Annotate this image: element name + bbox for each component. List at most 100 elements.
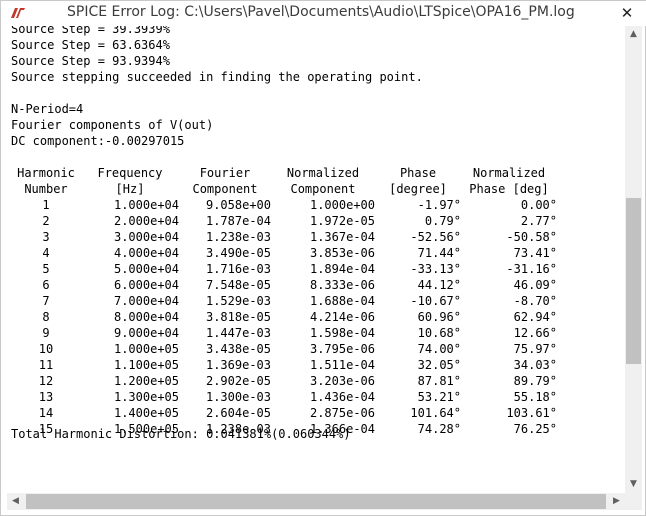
phase-cell: 71.44°: [417, 246, 461, 260]
phase-cell: 0.79°: [424, 214, 461, 228]
phase-cell: 10.68°: [417, 326, 461, 340]
scrollbar-corner: [625, 493, 642, 510]
ltspice-logo-icon: [11, 8, 25, 18]
frequency-cell: 9.000e+04: [113, 326, 179, 340]
log-line: Source Step = 93.9394%: [11, 54, 170, 68]
horizontal-scroll-thumb[interactable]: [26, 494, 606, 509]
fourier-component-cell: 1.300e-03: [205, 390, 271, 404]
fourier-component-cell: 1.716e-03: [205, 262, 271, 276]
horizontal-scrollbar[interactable]: ◀ ▶: [7, 493, 625, 510]
harmonic-number-cell: 13: [38, 390, 54, 404]
normalized-phase-cell: -31.16°: [506, 262, 557, 276]
table-row: 8 8.000e+04 3.818e-05 4.214e-06 60.96° 62.94°: [11, 309, 557, 325]
log-line: Fourier components of V(out): [11, 118, 214, 132]
log-line: Source stepping succeeded in finding the…: [11, 70, 423, 84]
scroll-down-arrow-icon[interactable]: ▼: [625, 476, 642, 493]
frequency-cell: 7.000e+04: [113, 294, 179, 308]
normalized-component-cell: 8.333e-06: [309, 278, 375, 292]
harmonic-number-cell: 6: [42, 278, 50, 292]
frequency-cell: 1.000e+04: [113, 198, 179, 212]
phase-cell: 87.81°: [417, 374, 461, 388]
table-row: 6 6.000e+04 7.548e-05 8.333e-06 44.12° 46.09°: [11, 277, 557, 293]
scroll-up-arrow-icon[interactable]: ▲: [625, 26, 642, 43]
fourier-component-cell: 3.490e-05: [205, 246, 271, 260]
scroll-left-arrow-icon[interactable]: ◀: [7, 493, 24, 510]
normalized-component-cell: 3.853e-06: [309, 246, 375, 260]
scroll-right-arrow-icon[interactable]: ▶: [608, 493, 625, 510]
phase-cell: 74.00°: [417, 342, 461, 356]
table-row: 5 5.000e+04 1.716e-03 1.894e-04 -33.13° -31.1…: [11, 261, 557, 277]
table-row: 14 1.400e+05 2.604e-05 2.875e-06 101.64° 103.…: [11, 405, 557, 421]
fourier-component-cell: 2.604e-05: [205, 406, 271, 420]
fourier-component-cell: 2.902e-05: [205, 374, 271, 388]
normalized-component-cell: 1.367e-04: [309, 230, 375, 244]
normalized-component-cell: 1.511e-04: [309, 358, 375, 372]
harmonic-number-cell: 11: [38, 358, 54, 372]
normalized-component-cell: 1.894e-04: [309, 262, 375, 276]
phase-cell: -1.97°: [417, 198, 461, 212]
table-header-row: Number [Hz] Component Component [degree]…: [11, 181, 557, 197]
harmonic-number-cell: 9: [42, 326, 50, 340]
table-row: 11 1.100e+05 1.369e-03 1.511e-04 32.05° 34.03…: [11, 357, 557, 373]
normalized-phase-cell: 55.18°: [513, 390, 557, 404]
col-header-normalized: Normalized: [286, 166, 360, 180]
table-row: 9 9.000e+04 1.447e-03 1.598e-04 10.68° 12.66°: [11, 325, 557, 341]
normalized-component-cell: 3.795e-06: [309, 342, 375, 356]
harmonic-number-cell: 12: [38, 374, 54, 388]
col-subheader-phase-deg: Phase [deg]: [469, 182, 549, 196]
phase-cell: -10.67°: [410, 294, 461, 308]
title-bar[interactable]: SPICE Error Log: C:\Users\Pavel\Document…: [1, 1, 646, 26]
table-row: 1 1.000e+04 9.058e+00 1.000e+00 -1.97° 0.00°: [11, 197, 557, 213]
phase-cell: 44.12°: [417, 278, 461, 292]
close-button[interactable]: ✕: [609, 1, 645, 25]
fourier-component-cell: 3.818e-05: [205, 310, 271, 324]
normalized-phase-cell: 75.97°: [513, 342, 557, 356]
harmonic-number-cell: 10: [38, 342, 54, 356]
log-text-area[interactable]: Source Step = 39.3939% Source Step = 63.…: [7, 26, 624, 493]
harmonic-number-cell: 3: [42, 230, 50, 244]
phase-cell: 53.21°: [417, 390, 461, 404]
normalized-component-cell: 1.598e-04: [309, 326, 375, 340]
frequency-cell: 1.300e+05: [113, 390, 179, 404]
frequency-cell: 1.400e+05: [113, 406, 179, 420]
harmonic-number-cell: 2: [42, 214, 50, 228]
table-row: 3 3.000e+04 1.238e-03 1.367e-04 -52.56° -50.5…: [11, 229, 557, 245]
frequency-cell: 8.000e+04: [113, 310, 179, 324]
fourier-table: Harmonic Frequency Fourier Normalized Ph…: [11, 165, 557, 437]
phase-cell: -52.56°: [410, 230, 461, 244]
fourier-component-cell: 9.058e+00: [205, 198, 271, 212]
harmonic-number-cell: 5: [42, 262, 50, 276]
normalized-component-cell: 2.875e-06: [309, 406, 375, 420]
normalized-phase-cell: 0.00°: [520, 198, 557, 212]
table-row: 7 7.000e+04 1.529e-03 1.688e-04 -10.67° -8.70…: [11, 293, 557, 309]
table-row: 13 1.300e+05 1.300e-03 1.436e-04 53.21° 55.18…: [11, 389, 557, 405]
fourier-component-cell: 1.369e-03: [205, 358, 271, 372]
fourier-component-cell: 1.238e-03: [205, 230, 271, 244]
vertical-scroll-thumb[interactable]: [626, 198, 641, 364]
harmonic-number-cell: 7: [42, 294, 50, 308]
col-subheader-component: Component: [290, 182, 356, 196]
col-header-fourier: Fourier: [199, 166, 251, 180]
frequency-cell: 1.200e+05: [113, 374, 179, 388]
col-header-harmonic: Harmonic: [17, 166, 75, 180]
col-subheader-hz: [Hz]: [115, 182, 145, 196]
normalized-component-cell: 4.214e-06: [309, 310, 375, 324]
table-header-row: Harmonic Frequency Fourier Normalized Ph…: [11, 165, 557, 181]
normalized-phase-cell: 89.79°: [513, 374, 557, 388]
vertical-scrollbar[interactable]: ▲ ▼: [625, 26, 642, 493]
frequency-cell: 3.000e+04: [113, 230, 179, 244]
normalized-phase-cell: 46.09°: [513, 278, 557, 292]
frequency-cell: 1.000e+05: [113, 342, 179, 356]
log-line: N-Period=4: [11, 102, 84, 116]
col-subheader-component: Component: [192, 182, 258, 196]
frequency-cell: 6.000e+04: [113, 278, 179, 292]
col-header-normalized-phase: Normalized: [472, 166, 546, 180]
frequency-cell: 5.000e+04: [113, 262, 179, 276]
phase-cell: 32.05°: [417, 358, 461, 372]
normalized-component-cell: 1.972e-05: [309, 214, 375, 228]
harmonic-number-cell: 1: [42, 198, 50, 212]
table-row: 2 2.000e+04 1.787e-04 1.972e-05 0.79° 2.77°: [11, 213, 557, 229]
log-line: Source Step = 63.6364%: [11, 38, 170, 52]
normalized-phase-cell: 2.77°: [520, 214, 557, 228]
phase-cell: 60.96°: [417, 310, 461, 324]
